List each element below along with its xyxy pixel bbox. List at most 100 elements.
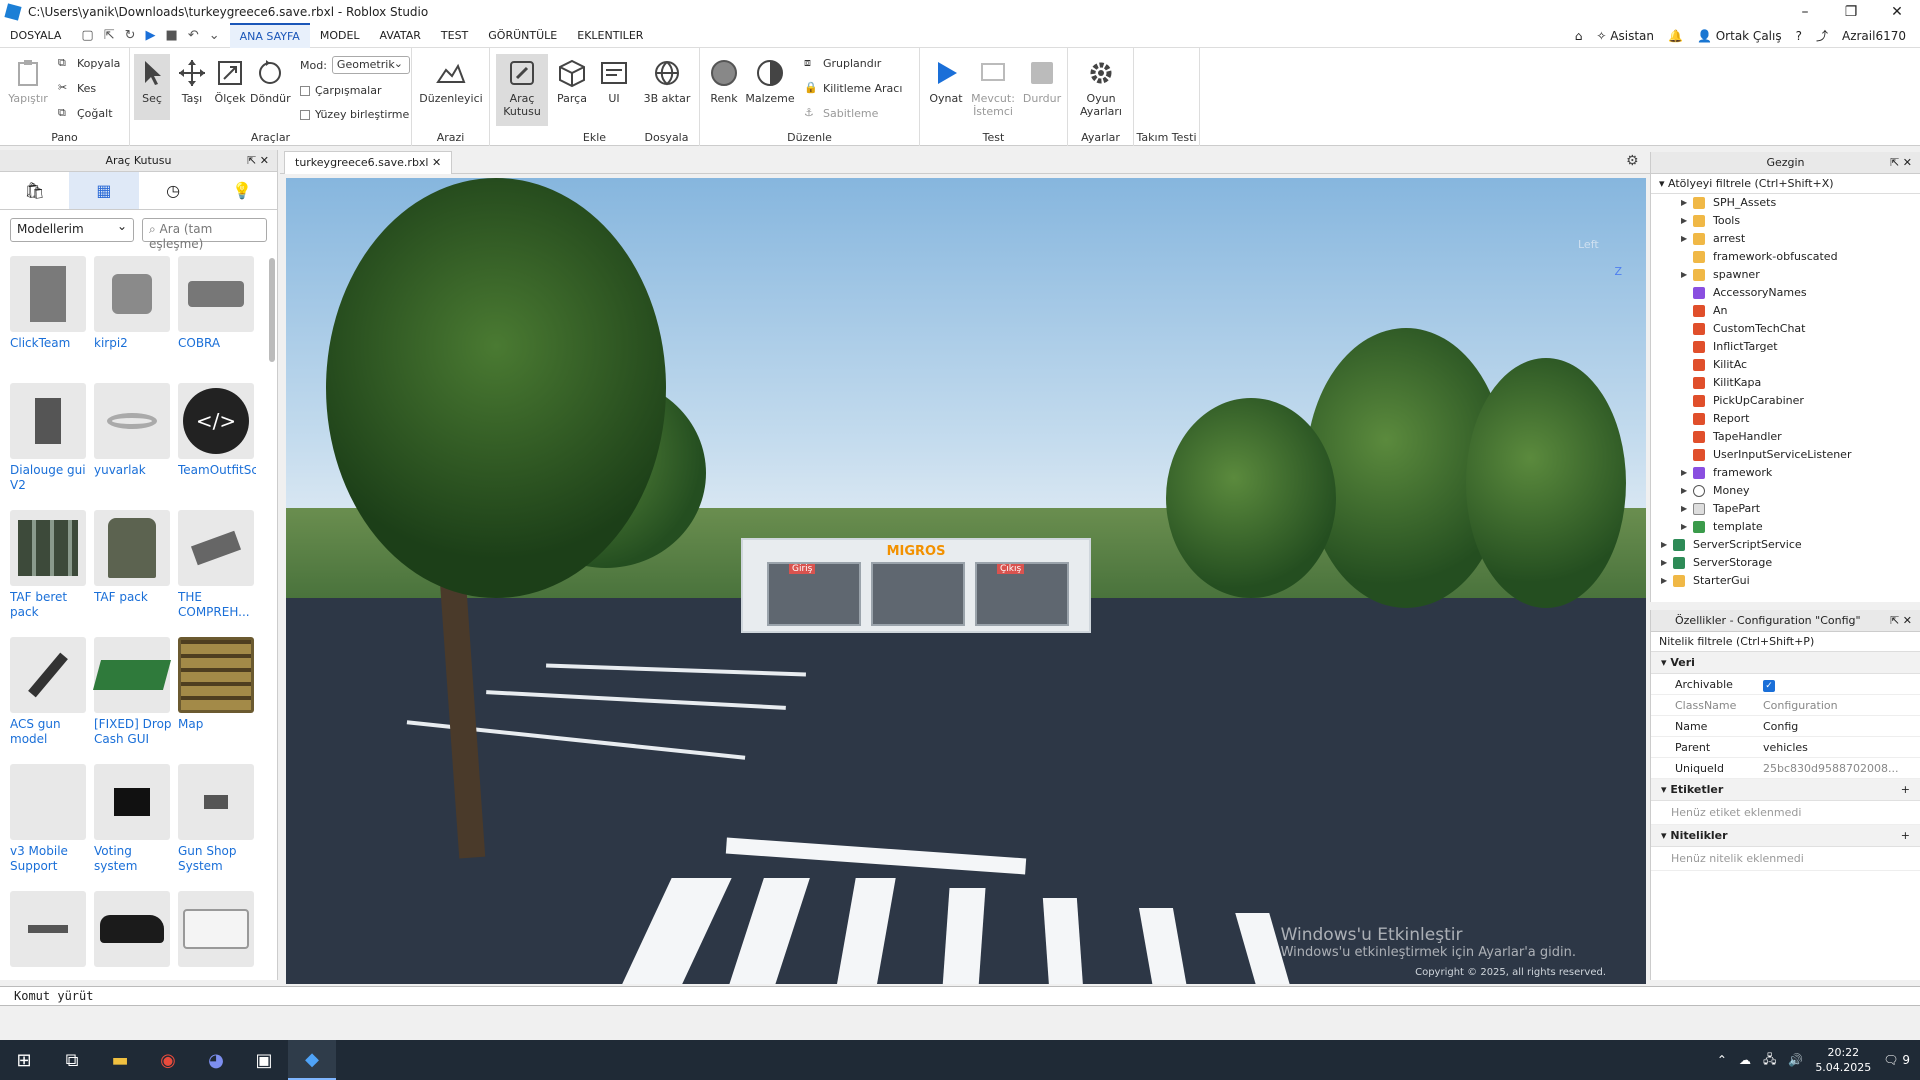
notifications-icon[interactable]: 🔔	[1668, 29, 1683, 43]
checkmark-icon[interactable]: ✓	[1763, 680, 1775, 692]
new-file-icon[interactable]: ▢	[81, 28, 93, 43]
discord-icon[interactable]: ◕	[192, 1040, 240, 1080]
explorer-row[interactable]: ▶ arrest	[1661, 230, 1920, 248]
toolbox-item[interactable]: kirpi2	[94, 256, 172, 375]
toolbox-item[interactable]: yuvarlak	[94, 383, 172, 502]
tab-marketplace[interactable]: 🛍	[0, 172, 69, 209]
group-button[interactable]: ⧈ Gruplandır	[804, 56, 881, 70]
expand-arrow-icon[interactable]: ▶	[1681, 212, 1693, 230]
command-bar-input[interactable]: Komut yürüt	[0, 986, 1920, 1006]
prop-name[interactable]: Name Config	[1651, 716, 1920, 737]
open-file-icon[interactable]: ⇱	[104, 28, 115, 43]
home-icon[interactable]: ⌂	[1575, 29, 1583, 43]
undo-icon[interactable]: ↶	[188, 28, 199, 43]
category-dropdown[interactable]: Modellerim	[10, 218, 134, 242]
scale-tool-button[interactable]: Ölçek	[212, 58, 248, 105]
toolbox-item[interactable]: TAF pack	[94, 510, 172, 629]
prop-value[interactable]: Config	[1763, 716, 1920, 736]
assistant-button[interactable]: ✧ Asistan	[1596, 29, 1654, 43]
expand-arrow-icon[interactable]: ▶	[1681, 500, 1693, 518]
lock-tool-button[interactable]: 🔒 Kilitleme Aracı	[804, 81, 902, 95]
toolbox-item[interactable]: Gun Shop System	[178, 764, 256, 883]
cut-button[interactable]: ✂ Kes	[58, 81, 96, 95]
section-tags[interactable]: ▾ Etiketler +	[1651, 779, 1920, 801]
panel-controls[interactable]: ⇱ ✕	[1890, 152, 1912, 174]
minimize-icon[interactable]: –	[1782, 0, 1828, 24]
expand-arrow-icon[interactable]: ▶	[1681, 482, 1693, 500]
explorer-row[interactable]: ▶ ServerStorage	[1661, 554, 1920, 572]
expand-arrow-icon[interactable]: ▶	[1681, 464, 1693, 482]
notifications-icon[interactable]: 🗨 9	[1883, 1053, 1910, 1067]
clock[interactable]: 20:22 5.04.2025	[1815, 1045, 1871, 1075]
chevron-down-icon[interactable]: ⌄	[209, 28, 220, 43]
chevron-up-icon[interactable]: ⌃	[1717, 1053, 1727, 1067]
tab-recent[interactable]: ◷	[139, 172, 208, 209]
windows-start-icon[interactable]: ⊞	[0, 1040, 48, 1080]
panel-controls[interactable]: ⇱ ✕	[1890, 610, 1912, 632]
explorer-row[interactable]: An	[1661, 302, 1920, 320]
explorer-row[interactable]: TapeHandler	[1661, 428, 1920, 446]
play-button[interactable]: Oynat	[926, 58, 966, 105]
cloud-icon[interactable]: ☁	[1739, 1053, 1751, 1067]
document-tab[interactable]: turkeygreece6.save.rbxl ✕	[284, 151, 453, 174]
duplicate-button[interactable]: ⧉ Çoğalt	[58, 106, 113, 120]
expand-arrow-icon[interactable]: ▶	[1681, 518, 1693, 536]
rotate-tool-button[interactable]: Döndür	[250, 58, 291, 105]
toolbox-item[interactable]: Map	[178, 637, 256, 756]
mode-dropdown[interactable]: Geometrik	[331, 56, 410, 74]
expand-arrow-icon[interactable]: ▶	[1681, 194, 1693, 212]
tab-inventory[interactable]: ▦	[69, 172, 139, 209]
menu-view[interactable]: GÖRÜNTÜLE	[478, 24, 567, 48]
expand-arrow-icon[interactable]: ▶	[1661, 554, 1673, 572]
menu-home[interactable]: ANA SAYFA	[229, 22, 310, 49]
chrome-icon[interactable]: ◉	[144, 1040, 192, 1080]
move-tool-button[interactable]: Taşı	[174, 58, 210, 105]
toolbox-item[interactable]: Voting system	[94, 764, 172, 883]
prop-archivable[interactable]: Archivable ✓	[1651, 674, 1920, 695]
toolbox-search-input[interactable]: ⌕ Ara (tam eşleşme)	[142, 218, 267, 251]
mode-selector[interactable]: Mod: Geometrik	[300, 56, 410, 74]
color-button[interactable]: Renk	[706, 58, 742, 105]
toolbox-item[interactable]: Dialouge gui V2	[10, 383, 88, 502]
add-tag-icon[interactable]: +	[1901, 779, 1910, 801]
share-icon[interactable]: ⤴	[1816, 27, 1828, 44]
toolbox-item[interactable]: v3 Mobile Support	[10, 764, 88, 883]
file-explorer-icon[interactable]: ▬	[96, 1040, 144, 1080]
import-3d-button[interactable]: 3B aktar	[638, 58, 696, 105]
play-icon[interactable]: ▶	[146, 28, 156, 43]
explorer-row[interactable]: UserInputServiceListener	[1661, 446, 1920, 464]
expand-arrow-icon[interactable]: ▶	[1681, 266, 1693, 284]
menu-plugins[interactable]: EKLENTILER	[567, 24, 653, 48]
explorer-row[interactable]: KilitKapa	[1661, 374, 1920, 392]
properties-filter-input[interactable]: Nitelik filtrele (Ctrl+Shift+P)	[1651, 632, 1920, 652]
prop-parent[interactable]: Parent vehicles	[1651, 737, 1920, 758]
material-button[interactable]: Malzeme	[744, 58, 796, 105]
explorer-row[interactable]: ▶ template	[1661, 518, 1920, 536]
explorer-row[interactable]: framework-obfuscated	[1661, 248, 1920, 266]
menu-file[interactable]: DOSYALA	[0, 24, 71, 48]
view-gizmo[interactable]: Left Z	[1556, 218, 1622, 278]
collisions-toggle[interactable]: Çarpışmalar	[300, 84, 382, 97]
game-settings-button[interactable]: Oyun Ayarları	[1072, 58, 1130, 118]
menu-model[interactable]: MODEL	[310, 24, 370, 48]
app-icon[interactable]: ▣	[240, 1040, 288, 1080]
explorer-row[interactable]: KilitAc	[1661, 356, 1920, 374]
explorer-row[interactable]: AccessoryNames	[1661, 284, 1920, 302]
explorer-row[interactable]: Report	[1661, 410, 1920, 428]
explorer-row[interactable]: ▶ framework	[1661, 464, 1920, 482]
toolbox-item[interactable]: THE COMPREH...	[178, 510, 256, 629]
section-attributes[interactable]: ▾ Nitelikler +	[1651, 825, 1920, 847]
expand-arrow-icon[interactable]: ▶	[1661, 572, 1673, 590]
close-icon[interactable]: ✕	[1874, 0, 1920, 24]
stop-button[interactable]: Durdur	[1020, 58, 1064, 105]
explorer-filter-input[interactable]: ▾ Atölyeyi filtrele (Ctrl+Shift+X)	[1651, 174, 1920, 194]
toolbox-item[interactable]: TAF beret pack	[10, 510, 88, 629]
expand-arrow-icon[interactable]: ▶	[1661, 536, 1673, 554]
user-name[interactable]: Azrail6170	[1842, 29, 1906, 43]
add-attribute-icon[interactable]: +	[1901, 825, 1910, 847]
paste-button[interactable]: Yapıştır	[8, 58, 48, 105]
panel-controls[interactable]: ⇱ ✕	[247, 150, 269, 172]
help-icon[interactable]: ?	[1796, 29, 1802, 43]
redo-icon[interactable]: ↻	[125, 28, 136, 43]
select-tool-button[interactable]: Seç	[134, 54, 170, 120]
